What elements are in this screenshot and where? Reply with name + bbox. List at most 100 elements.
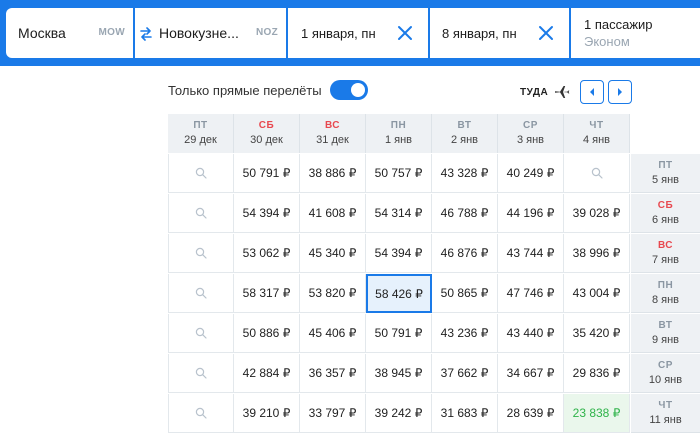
return-date: 8 января, пн <box>442 25 517 41</box>
price-value: 43 440 ₽ <box>506 326 555 340</box>
price-cell[interactable]: 28 639 ₽ <box>498 394 564 433</box>
row-date: 5 янв <box>651 174 680 186</box>
price-cell[interactable]: 58 426 ₽ <box>366 274 432 313</box>
clear-return-icon[interactable] <box>537 24 555 42</box>
column-header: ВТ 2 янв <box>432 114 498 153</box>
column-date: 29 дек <box>184 134 217 146</box>
price-cell[interactable]: 34 667 ₽ <box>498 354 564 393</box>
price-value: 45 406 ₽ <box>308 326 357 340</box>
column-weekday: ВС <box>324 120 341 131</box>
price-cell[interactable]: 31 683 ₽ <box>432 394 498 433</box>
price-cell[interactable]: 46 876 ₽ <box>432 234 498 273</box>
row-date: 11 янв <box>649 414 682 426</box>
direct-flights-toggle[interactable] <box>329 80 368 100</box>
search-icon <box>195 287 207 299</box>
price-value: 41 608 ₽ <box>308 206 357 220</box>
price-cell[interactable]: 58 317 ₽ <box>234 274 300 313</box>
depart-date: 1 января, пн <box>301 25 376 41</box>
row-date: 6 янв <box>651 214 680 226</box>
search-icon <box>195 407 207 419</box>
price-cell[interactable]: 50 791 ₽ <box>234 154 300 193</box>
price-cell[interactable]: 36 357 ₽ <box>300 354 366 393</box>
empty-price-cell[interactable] <box>168 354 234 393</box>
price-cell[interactable]: 53 062 ₽ <box>234 234 300 273</box>
price-value: 46 788 ₽ <box>440 206 489 220</box>
price-value: 50 865 ₽ <box>440 286 489 300</box>
price-value: 37 662 ₽ <box>440 366 489 380</box>
price-cell[interactable]: 40 249 ₽ <box>498 154 564 193</box>
search-bar: Москва MOW Новокузне... NOZ 1 января, пн… <box>0 0 700 66</box>
price-cell[interactable]: 33 797 ₽ <box>300 394 366 433</box>
airplane-icon <box>554 84 570 100</box>
price-cell[interactable]: 45 340 ₽ <box>300 234 366 273</box>
direct-flights-label: Только прямые перелёты <box>168 82 322 98</box>
price-cell[interactable]: 39 242 ₽ <box>366 394 432 433</box>
price-cell[interactable]: 39 210 ₽ <box>234 394 300 433</box>
clear-depart-icon[interactable] <box>396 24 414 42</box>
price-value: 50 886 ₽ <box>242 326 291 340</box>
column-weekday: СР <box>523 120 538 131</box>
price-cell[interactable]: 38 996 ₽ <box>564 234 630 273</box>
price-value: 54 394 ₽ <box>242 206 291 220</box>
price-cell[interactable]: 43 004 ₽ <box>564 274 630 313</box>
price-cell[interactable]: 39 028 ₽ <box>564 194 630 233</box>
price-cell[interactable]: 35 420 ₽ <box>564 314 630 353</box>
row-date: 8 янв <box>651 294 680 306</box>
price-value: 23 838 ₽ <box>572 406 621 420</box>
row-weekday: ПН <box>657 280 674 291</box>
column-header: СБ 30 дек <box>234 114 300 153</box>
passengers-field[interactable]: 1 пассажир Эконом <box>571 8 700 58</box>
price-cell[interactable]: 23 838 ₽ <box>564 394 630 433</box>
price-cell[interactable]: 47 746 ₽ <box>498 274 564 313</box>
prev-week-button[interactable] <box>580 80 605 104</box>
price-cell[interactable]: 37 662 ₽ <box>432 354 498 393</box>
price-cell[interactable]: 50 886 ₽ <box>234 314 300 353</box>
empty-price-cell[interactable] <box>168 194 234 233</box>
price-cell[interactable]: 42 884 ₽ <box>234 354 300 393</box>
empty-price-cell[interactable] <box>168 234 234 273</box>
price-cell[interactable]: 46 788 ₽ <box>432 194 498 233</box>
price-cell[interactable]: 54 314 ₽ <box>366 194 432 233</box>
destination-city: Новокузне... <box>159 25 239 41</box>
price-cell[interactable]: 38 945 ₽ <box>366 354 432 393</box>
direct-flights-filter: Только прямые перелёты <box>168 80 368 100</box>
price-cell[interactable]: 50 791 ₽ <box>366 314 432 353</box>
return-date-field[interactable]: 8 января, пн <box>430 8 569 58</box>
price-cell[interactable]: 54 394 ₽ <box>366 234 432 273</box>
next-week-button[interactable] <box>608 80 633 104</box>
price-cell[interactable]: 45 406 ₽ <box>300 314 366 353</box>
price-cell[interactable]: 44 196 ₽ <box>498 194 564 233</box>
price-cell[interactable]: 43 440 ₽ <box>498 314 564 353</box>
price-value: 50 791 ₽ <box>242 166 291 180</box>
price-value: 39 210 ₽ <box>242 406 291 420</box>
empty-price-cell[interactable] <box>168 394 234 433</box>
destination-field[interactable]: Новокузне... NOZ <box>135 8 286 58</box>
empty-price-cell[interactable] <box>564 154 630 193</box>
column-weekday: ЧТ <box>589 120 604 131</box>
swap-icon[interactable] <box>136 24 156 44</box>
empty-price-cell[interactable] <box>168 154 234 193</box>
row-weekday: СР <box>658 360 673 371</box>
price-cell[interactable]: 43 744 ₽ <box>498 234 564 273</box>
depart-date-field[interactable]: 1 января, пн <box>288 8 428 58</box>
price-cell[interactable]: 43 328 ₽ <box>432 154 498 193</box>
row-header: ЧТ 11 янв <box>631 394 700 433</box>
price-cell[interactable]: 50 757 ₽ <box>366 154 432 193</box>
empty-price-cell[interactable] <box>168 314 234 353</box>
price-value: 38 996 ₽ <box>572 246 621 260</box>
empty-price-cell[interactable] <box>168 274 234 313</box>
search-icon <box>195 247 207 259</box>
column-weekday: СБ <box>258 120 275 131</box>
price-value: 47 746 ₽ <box>506 286 555 300</box>
row-weekday: ЧТ <box>658 400 673 411</box>
price-cell[interactable]: 29 836 ₽ <box>564 354 630 393</box>
price-cell[interactable]: 43 236 ₽ <box>432 314 498 353</box>
origin-field[interactable]: Москва MOW <box>6 8 133 58</box>
price-cell[interactable]: 38 886 ₽ <box>300 154 366 193</box>
price-cell[interactable]: 54 394 ₽ <box>234 194 300 233</box>
price-cell[interactable]: 53 820 ₽ <box>300 274 366 313</box>
price-cell[interactable]: 41 608 ₽ <box>300 194 366 233</box>
price-value: 54 314 ₽ <box>374 206 423 220</box>
price-cell[interactable]: 50 865 ₽ <box>432 274 498 313</box>
price-value: 38 886 ₽ <box>308 166 357 180</box>
